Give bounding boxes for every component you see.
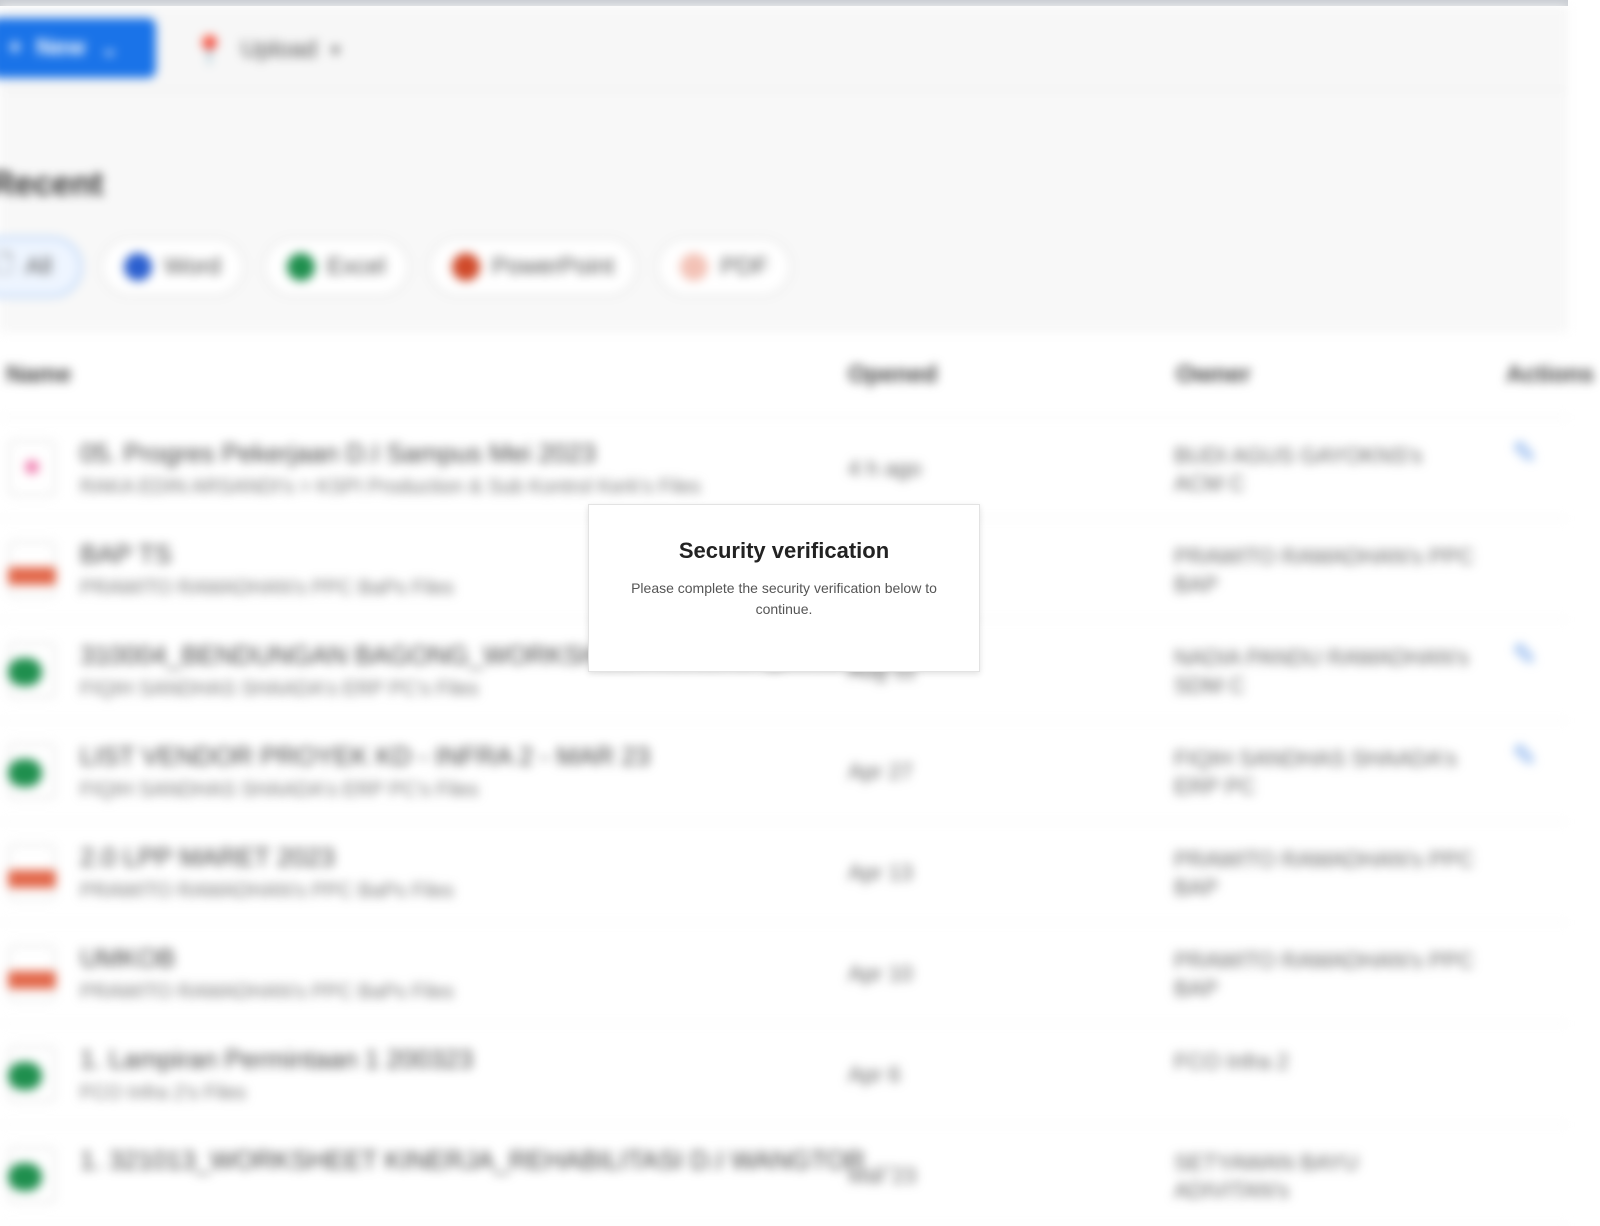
file-name[interactable]: 1. 321013_WORKSHEET KINERJA_REHABILITASI…	[80, 1145, 894, 1176]
file-owner: NADIA PANDU RAMADHAN's SDM C	[1174, 645, 1469, 698]
file-owner: PRAWITO RAMADHAN's PPC BAP	[1174, 544, 1475, 597]
recent-section: Recent 🗋 All Word Excel PowerPoint PDF	[0, 91, 1568, 333]
opened-time: Apr 13	[848, 860, 913, 885]
filter-chip-powerpoint[interactable]: PowerPoint	[427, 237, 639, 297]
file-name[interactable]: 2.0 LPP MARET 2023	[80, 842, 335, 873]
file-location: PRAWITO RAMADHAN's PPC BaPs Files	[80, 880, 454, 902]
file-location: RAKA EDIN ARSANDI's > KSPI Production & …	[80, 476, 701, 498]
chevron-down-icon: ⌄	[99, 34, 120, 62]
table-row[interactable]: LIST VENDOR PROYEK KD - INFRA 2 - MAR 23…	[0, 721, 1568, 822]
file-name[interactable]: 1. Lampiran Permintaan 1 200323	[80, 1044, 473, 1075]
file-name[interactable]: UMKOB	[80, 943, 175, 974]
table-row[interactable]: UMKOB PRAWITO RAMADHAN's PPC BaPs Files …	[0, 923, 1568, 1024]
file-owner: BUDI AGUS GAYOKNS's ACM C	[1174, 443, 1423, 496]
file-owner: SETYAWAN BAYU ADIVITAN's	[1174, 1150, 1359, 1203]
upload-pin-icon: 📍	[192, 34, 227, 66]
file-location: FCO Infra 2's Files	[80, 1082, 247, 1104]
filter-label: PowerPoint	[491, 253, 615, 280]
files-table: Name Opened Owner Actions 05. Progres Pe…	[0, 333, 1594, 1226]
file-location: PRAWITO RAMADHAN's PPC BaPs Files	[80, 577, 454, 599]
table-header: Name Opened Owner Actions	[0, 333, 1594, 418]
opened-time: Mar 23	[848, 1163, 917, 1188]
opened-time: Apr 10	[848, 961, 913, 986]
new-button[interactable]: + New ⌄	[0, 18, 156, 78]
file-name[interactable]: LIST VENDOR PROYEK KD - INFRA 2 - MAR 23	[80, 741, 650, 772]
opened-time: Apr 27	[848, 759, 913, 784]
excel-file-icon	[8, 642, 56, 698]
pencil-icon[interactable]: ✎	[1512, 638, 1537, 673]
filter-label: Word	[164, 253, 221, 280]
plus-icon: +	[8, 34, 23, 61]
file-icon: 🗋	[0, 250, 14, 278]
filter-chip-excel[interactable]: Excel	[262, 237, 410, 297]
filter-chip-word[interactable]: Word	[100, 237, 245, 297]
document-icon	[8, 440, 56, 496]
file-location: PRAWITO RAMADHAN's PPC BaPs Files	[80, 981, 454, 1003]
table-row[interactable]: 2.0 LPP MARET 2023 PRAWITO RAMADHAN's PP…	[0, 822, 1568, 923]
table-row[interactable]: 1. Lampiran Permintaan 1 200323 FCO Infr…	[0, 1024, 1568, 1125]
pdf-file-icon	[8, 844, 56, 900]
new-button-label: New	[36, 34, 86, 61]
excel-icon	[286, 253, 315, 281]
file-owner: PRAWITO RAMADHAN's PPC BAP	[1174, 847, 1475, 900]
chevron-down-icon: ▾	[330, 39, 340, 60]
file-name[interactable]: BAP TS	[80, 539, 172, 570]
column-header-owner[interactable]: Owner	[1176, 361, 1251, 389]
filter-chip-pdf[interactable]: PDF	[656, 237, 793, 297]
upload-button[interactable]: 📍 Upload ▾	[192, 28, 340, 72]
file-owner: PRAWITO RAMADHAN's PPC BAP	[1174, 948, 1475, 1001]
excel-file-icon	[8, 1147, 56, 1203]
recent-title: Recent	[0, 165, 104, 203]
column-header-name[interactable]: Name	[6, 361, 71, 389]
file-owner: FIQIH SANDHAS SHAADA's ERP PC	[1174, 746, 1457, 799]
filter-label: All	[25, 253, 52, 280]
filter-label: Excel	[326, 253, 386, 280]
pdf-file-icon	[8, 945, 56, 1001]
table-row[interactable]: 1. 321013_WORKSHEET KINERJA_REHABILITASI…	[0, 1125, 1568, 1226]
security-verification-dialog: Security verification Please complete th…	[588, 504, 980, 672]
filter-label: PDF	[720, 253, 769, 280]
opened-time: 4 h ago	[848, 456, 922, 481]
excel-file-icon	[8, 1046, 56, 1102]
file-owner: FCO Infra 2	[1174, 1049, 1289, 1074]
filter-chip-all[interactable]: 🗋 All	[0, 237, 82, 297]
opened-time: Apr 6	[848, 1062, 901, 1087]
pencil-icon[interactable]: ✎	[1512, 436, 1537, 471]
column-header-actions: Actions	[1506, 361, 1595, 388]
file-location: FIQIH SANDHAS SHAADA's ERP PC's Files	[80, 678, 479, 700]
pdf-file-icon	[8, 541, 56, 597]
dialog-title: Security verification	[678, 538, 890, 563]
pencil-icon[interactable]: ✎	[1512, 739, 1537, 774]
word-icon	[124, 253, 152, 281]
dialog-message: Please complete the security verificatio…	[631, 580, 937, 617]
file-name[interactable]: 05. Progres Pekerjaan D.I Sampus Mei 202…	[80, 438, 596, 469]
pdf-icon	[680, 253, 709, 281]
upload-label: Upload	[240, 36, 317, 63]
filter-chips: 🗋 All Word Excel PowerPoint PDF	[0, 237, 793, 297]
excel-file-icon	[8, 743, 56, 799]
column-header-opened[interactable]: Opened	[848, 361, 937, 389]
powerpoint-icon	[451, 253, 480, 281]
file-location: FIQIH SANDHAS SHAADA's ERP PC's Files	[80, 779, 479, 801]
toolbar: + New ⌄ 📍 Upload ▾	[0, 6, 1568, 91]
